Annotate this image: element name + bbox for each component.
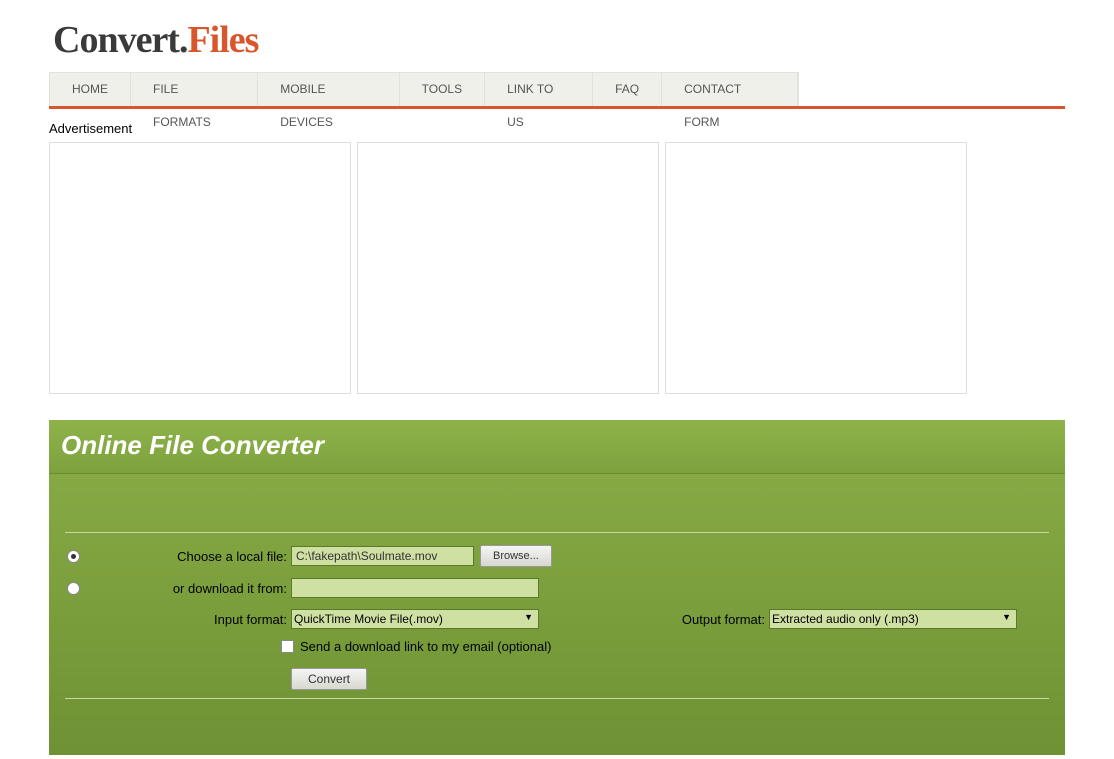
nav-contact-form[interactable]: CONTACT FORM <box>662 73 798 106</box>
converter-title-bar: Online File Converter <box>49 420 1065 474</box>
local-file-radio[interactable] <box>67 550 80 563</box>
browse-button[interactable]: Browse... <box>480 545 552 567</box>
nav-bar: HOME FILE FORMATS MOBILE DEVICES TOOLS L… <box>49 72 1065 109</box>
logo: Convert.Files <box>49 0 1065 72</box>
ad-box <box>49 142 351 394</box>
advertisement-row <box>49 142 1065 394</box>
input-format-label: Input format: <box>214 612 287 627</box>
converter-title: Online File Converter <box>61 430 1053 461</box>
download-url-radio[interactable] <box>67 582 80 595</box>
input-format-select[interactable]: QuickTime Movie File(.mov) <box>291 609 539 629</box>
nav-faq[interactable]: FAQ <box>593 73 662 106</box>
email-label: Send a download link to my email (option… <box>300 639 551 654</box>
converter-panel: Online File Converter Choose a local fil… <box>49 420 1065 755</box>
local-file-input[interactable] <box>291 546 474 566</box>
download-url-input[interactable] <box>291 578 539 598</box>
convert-button[interactable]: Convert <box>291 668 367 690</box>
output-format-select[interactable]: Extracted audio only (.mp3) <box>769 609 1017 629</box>
ad-box <box>665 142 967 394</box>
divider <box>65 532 1049 533</box>
divider <box>65 698 1049 699</box>
local-file-label: Choose a local file: <box>177 549 287 564</box>
nav-file-formats[interactable]: FILE FORMATS <box>131 73 258 106</box>
logo-part1: Convert. <box>53 19 187 61</box>
nav-link-to-us[interactable]: LINK TO US <box>485 73 593 106</box>
output-format-label: Output format: <box>682 612 765 627</box>
download-label: or download it from: <box>173 581 287 596</box>
ad-box <box>357 142 659 394</box>
nav-mobile-devices[interactable]: MOBILE DEVICES <box>258 73 399 106</box>
nav-home[interactable]: HOME <box>50 73 131 106</box>
logo-part2: Files <box>187 19 258 61</box>
nav-tools[interactable]: TOOLS <box>400 73 485 106</box>
email-checkbox[interactable] <box>281 640 294 653</box>
